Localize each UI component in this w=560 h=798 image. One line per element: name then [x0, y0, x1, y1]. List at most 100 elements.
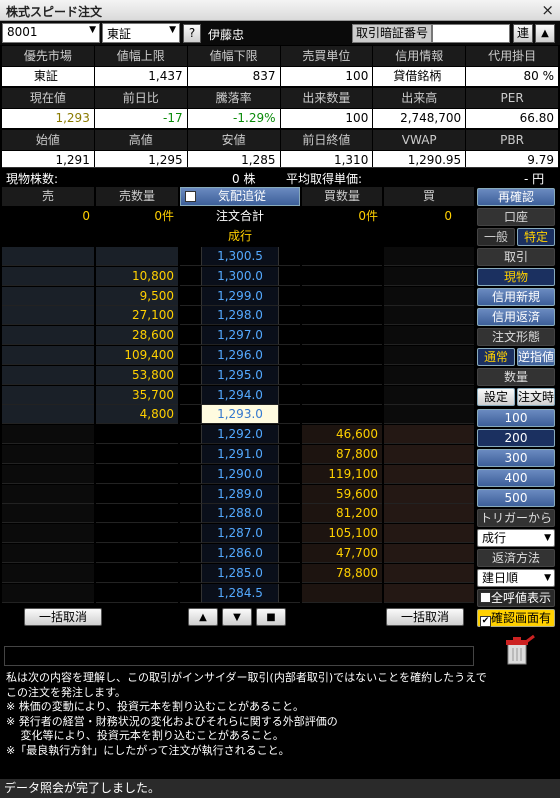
ask-qty-cell[interactable]: [96, 544, 178, 563]
price-cell[interactable]: 1,300.0: [202, 267, 278, 286]
margin-close-button[interactable]: 信用返済: [477, 308, 555, 326]
price-cell[interactable]: 1,295.0: [202, 366, 278, 385]
show-all-ticks-toggle[interactable]: 全呼値表示: [477, 589, 555, 607]
bid-qty-cell[interactable]: 78,800: [302, 564, 382, 583]
buy-order-cell[interactable]: [384, 366, 474, 385]
price-cell[interactable]: 1,296.0: [202, 346, 278, 365]
sell-order-cell[interactable]: [2, 346, 94, 365]
price-cell[interactable]: 1,291.0: [202, 445, 278, 464]
bid-qty-cell[interactable]: [302, 287, 382, 306]
buy-order-cell[interactable]: [384, 524, 474, 543]
buy-stop-cell[interactable]: [278, 584, 300, 603]
account-general-button[interactable]: 一般: [477, 228, 515, 246]
buy-stop-cell[interactable]: [278, 564, 300, 583]
cancel-all-buy-button[interactable]: 一括取消: [386, 608, 464, 626]
bid-qty-cell[interactable]: [302, 584, 382, 603]
buy-stop-cell[interactable]: [278, 326, 300, 345]
reconfirm-button[interactable]: 再確認: [477, 188, 555, 206]
ask-qty-cell[interactable]: 4,800: [96, 405, 178, 424]
bid-qty-cell[interactable]: [302, 405, 382, 424]
sell-stop-cell[interactable]: [180, 326, 202, 345]
sell-order-cell[interactable]: [2, 584, 94, 603]
buy-stop-cell[interactable]: [278, 524, 300, 543]
bid-qty-cell[interactable]: [302, 346, 382, 365]
price-cell[interactable]: 1,292.0: [202, 425, 278, 444]
price-cell[interactable]: 1,298.0: [202, 306, 278, 325]
buy-stop-cell[interactable]: [278, 386, 300, 405]
buy-stop-cell[interactable]: [278, 366, 300, 385]
stop-order-button[interactable]: 逆指値: [517, 348, 555, 366]
code-select[interactable]: 8001 ▼: [2, 23, 100, 43]
bid-qty-cell[interactable]: 81,200: [302, 504, 382, 523]
buy-order-cell[interactable]: [384, 306, 474, 325]
repay-select[interactable]: 建日順 ▼: [477, 569, 555, 587]
collapse-button[interactable]: ▲: [535, 24, 555, 43]
ask-qty-cell[interactable]: 53,800: [96, 366, 178, 385]
qty-400-button[interactable]: 400: [477, 469, 555, 487]
sell-stop-cell[interactable]: [180, 425, 202, 444]
link-button[interactable]: 連: [513, 24, 533, 43]
buy-order-cell[interactable]: [384, 425, 474, 444]
ask-qty-cell[interactable]: 10,800: [96, 267, 178, 286]
buy-order-cell[interactable]: [384, 485, 474, 504]
buy-order-cell[interactable]: [384, 247, 474, 266]
sell-stop-cell[interactable]: [180, 287, 202, 306]
price-cell[interactable]: 1,288.0: [202, 504, 278, 523]
ask-qty-cell[interactable]: [96, 425, 178, 444]
center-button[interactable]: ■: [256, 608, 286, 626]
normal-order-button[interactable]: 通常: [477, 348, 515, 366]
cancel-all-sell-button[interactable]: 一括取消: [24, 608, 102, 626]
buy-order-cell[interactable]: [384, 405, 474, 424]
bid-qty-cell[interactable]: 105,100: [302, 524, 382, 543]
price-cell[interactable]: 1,284.5: [202, 584, 278, 603]
market-select[interactable]: 東証 ▼: [102, 23, 180, 43]
bid-qty-cell[interactable]: [302, 267, 382, 286]
sell-order-cell[interactable]: [2, 544, 94, 563]
ask-qty-cell[interactable]: [96, 465, 178, 484]
sell-stop-cell[interactable]: [180, 346, 202, 365]
sell-order-cell[interactable]: [2, 504, 94, 523]
account-specific-button[interactable]: 特定: [517, 228, 555, 246]
price-cell[interactable]: 1,299.0: [202, 287, 278, 306]
price-cell[interactable]: 1,297.0: [202, 326, 278, 345]
price-cell[interactable]: 1,300.5: [202, 247, 278, 266]
buy-order-cell[interactable]: [384, 504, 474, 523]
buy-order-cell[interactable]: [384, 287, 474, 306]
sell-order-cell[interactable]: [2, 326, 94, 345]
qty-500-button[interactable]: 500: [477, 489, 555, 507]
sell-order-cell[interactable]: [2, 485, 94, 504]
buy-stop-cell[interactable]: [278, 346, 300, 365]
bid-qty-cell[interactable]: [302, 366, 382, 385]
qty-100-button[interactable]: 100: [477, 409, 555, 427]
margin-new-button[interactable]: 信用新規: [477, 288, 555, 306]
buy-stop-cell[interactable]: [278, 465, 300, 484]
sell-order-cell[interactable]: [2, 267, 94, 286]
buy-order-cell[interactable]: [384, 346, 474, 365]
bid-qty-cell[interactable]: [302, 386, 382, 405]
ask-qty-cell[interactable]: 27,100: [96, 306, 178, 325]
sell-order-cell[interactable]: [2, 445, 94, 464]
ask-qty-cell[interactable]: [96, 485, 178, 504]
ask-qty-cell[interactable]: [96, 247, 178, 266]
sell-order-cell[interactable]: [2, 465, 94, 484]
scroll-down-button[interactable]: ▼: [222, 608, 252, 626]
bid-qty-cell[interactable]: 119,100: [302, 465, 382, 484]
qty-200-button[interactable]: 200: [477, 429, 555, 447]
ask-qty-cell[interactable]: 35,700: [96, 386, 178, 405]
sell-order-cell[interactable]: [2, 386, 94, 405]
sell-stop-cell[interactable]: [180, 247, 202, 266]
buy-stop-cell[interactable]: [278, 425, 300, 444]
sell-stop-cell[interactable]: [180, 584, 202, 603]
buy-stop-cell[interactable]: [278, 504, 300, 523]
scroll-up-button[interactable]: ▲: [188, 608, 218, 626]
ask-qty-cell[interactable]: [96, 584, 178, 603]
close-icon[interactable]: ×: [541, 1, 554, 19]
sell-stop-cell[interactable]: [180, 405, 202, 424]
price-cell[interactable]: 1,294.0: [202, 386, 278, 405]
buy-stop-cell[interactable]: [278, 247, 300, 266]
sell-stop-cell[interactable]: [180, 306, 202, 325]
help-button[interactable]: ?: [183, 24, 201, 43]
sell-stop-cell[interactable]: [180, 386, 202, 405]
bid-qty-cell[interactable]: 87,800: [302, 445, 382, 464]
confirm-screen-toggle[interactable]: ✔ 確認画面有: [477, 609, 555, 627]
